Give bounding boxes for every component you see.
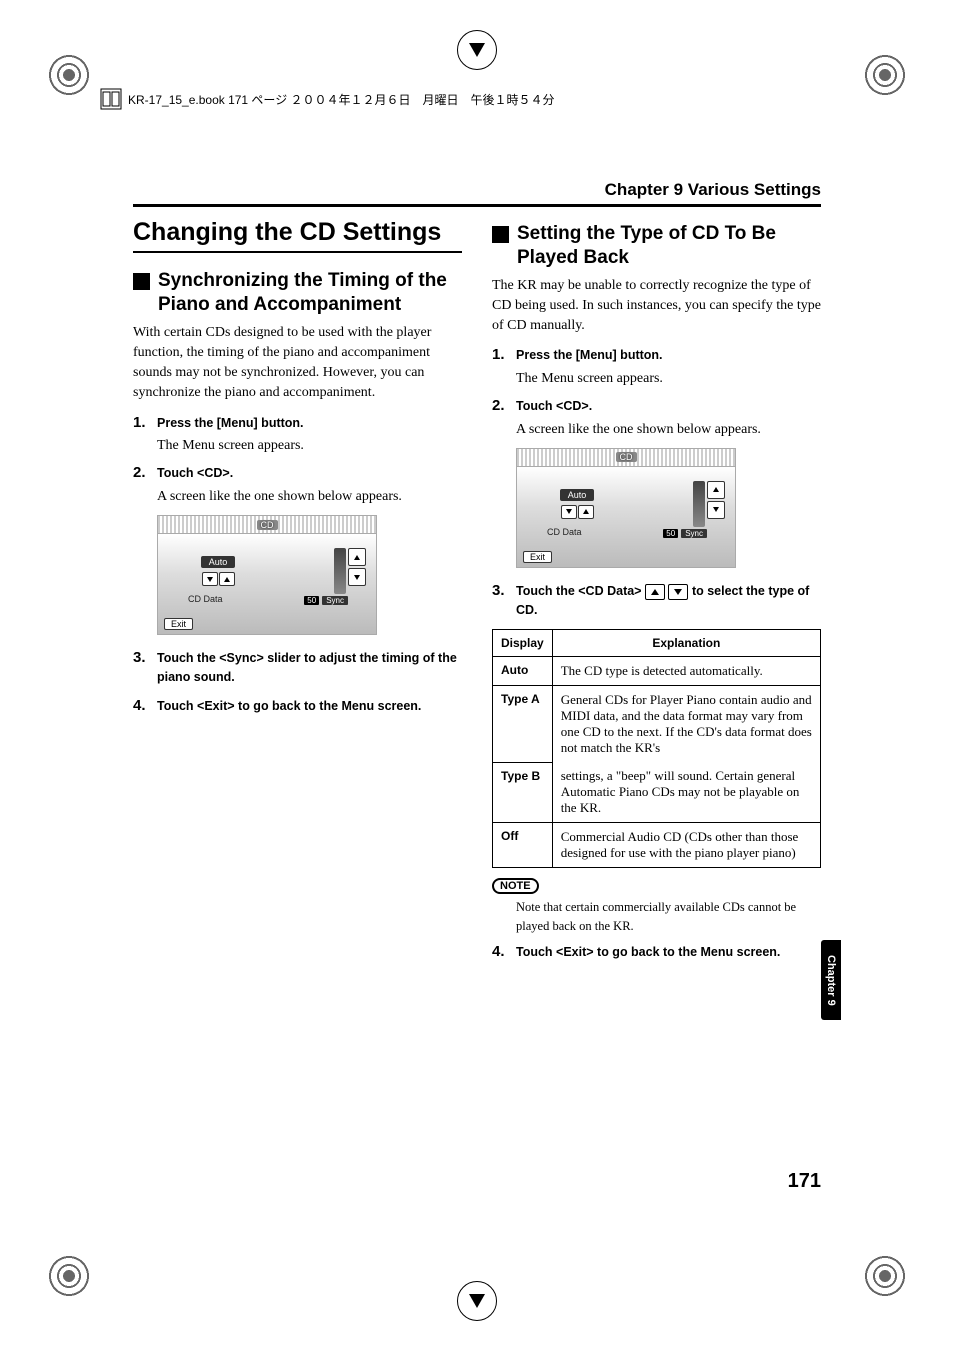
print-header: KR-17_15_e.book 171 ページ ２００４年１２月６日 月曜日 午… [100,88,555,110]
corner-mark-br [860,1251,910,1301]
step-1: 1. Press the [Menu] button. The Menu scr… [133,414,462,455]
step-4-r: 4. Touch <Exit> to go back to the Menu s… [492,943,821,962]
header-rule [133,204,821,207]
print-header-text: KR-17_15_e.book 171 ページ ２００４年１２月６日 月曜日 午… [128,91,555,108]
square-bullet-icon [492,226,509,243]
slider-up-icon [348,548,366,566]
slider-down-icon [707,501,725,519]
note-badge: NOTE [492,878,539,894]
slider-up-icon [707,481,725,499]
chapter-tab: Chapter 9 [821,940,841,1020]
up-arrow-icon [578,505,594,519]
left-column: Changing the CD Settings Synchronizing t… [133,218,462,971]
down-arrow-icon [668,584,688,600]
step-1-r: 1. Press the [Menu] button. The Menu scr… [492,346,821,387]
section-sync-intro: With certain CDs designed to be used wit… [133,323,462,404]
exit-button: Exit [164,618,193,630]
section-cdtype-heading: Setting the Type of CD To Be Played Back [492,222,821,270]
table-row: Type B settings, a "beep" will sound. Ce… [493,762,821,823]
slider-down-icon [348,568,366,586]
table-row: Off Commercial Audio CD (CDs other than … [493,823,821,868]
corner-mark-tr [860,50,910,100]
down-arrow-icon [561,505,577,519]
step-3-text: Touch the <CD Data> to select the type o… [516,582,821,620]
cddata-label: CD Data [188,594,223,604]
section-cdtype-intro: The KR may be unable to correctly recogn… [492,276,821,337]
screen-titlebar: CD [517,449,735,467]
registration-mark-bottom [457,1281,497,1321]
th-display: Display [493,630,553,657]
sync-label: Sync [681,529,707,538]
auto-label: Auto [560,489,595,501]
cd-screen-illustration-2: CD Auto CD Data 50 Sync [516,448,736,568]
sync-value: 50 [663,529,678,538]
screen-titlebar: CD [158,516,376,534]
th-explanation: Explanation [552,630,820,657]
note-text: Note that certain commercially available… [516,898,821,934]
page-number: 171 [788,1170,821,1193]
cddata-label: CD Data [547,527,582,537]
corner-mark-tl [44,50,94,100]
sync-label: Sync [322,596,348,605]
cd-screen-illustration: CD Auto CD Data 50 Sync [157,515,377,635]
step-2: 2. Touch <CD>. A screen like the one sho… [133,464,462,505]
table-row: Type A General CDs for Player Piano cont… [493,686,821,763]
book-icon [100,88,122,110]
sync-slider [693,481,705,527]
table-row: Auto The CD type is detected automatical… [493,657,821,686]
page-title: Changing the CD Settings [133,218,462,253]
right-column: Setting the Type of CD To Be Played Back… [492,218,821,971]
corner-mark-bl [44,1251,94,1301]
registration-mark-top [457,30,497,70]
step-3: 3. Touch the <Sync> slider to adjust the… [133,649,462,687]
section-sync-heading: Synchronizing the Timing of the Piano an… [133,269,462,317]
up-arrow-icon [645,584,665,600]
down-arrow-icon [202,572,218,586]
chapter-header: Chapter 9 Various Settings [605,180,821,200]
step-2-r: 2. Touch <CD>. A screen like the one sho… [492,397,821,438]
step-4: 4. Touch <Exit> to go back to the Menu s… [133,697,462,716]
sync-value: 50 [304,596,319,605]
auto-label: Auto [201,556,236,568]
up-arrow-icon [219,572,235,586]
step-3-r: 3. Touch the <CD Data> to select the typ… [492,582,821,620]
square-bullet-icon [133,273,150,290]
sync-slider [334,548,346,594]
exit-button: Exit [523,551,552,563]
cd-type-table: Display Explanation Auto The CD type is … [492,629,821,868]
